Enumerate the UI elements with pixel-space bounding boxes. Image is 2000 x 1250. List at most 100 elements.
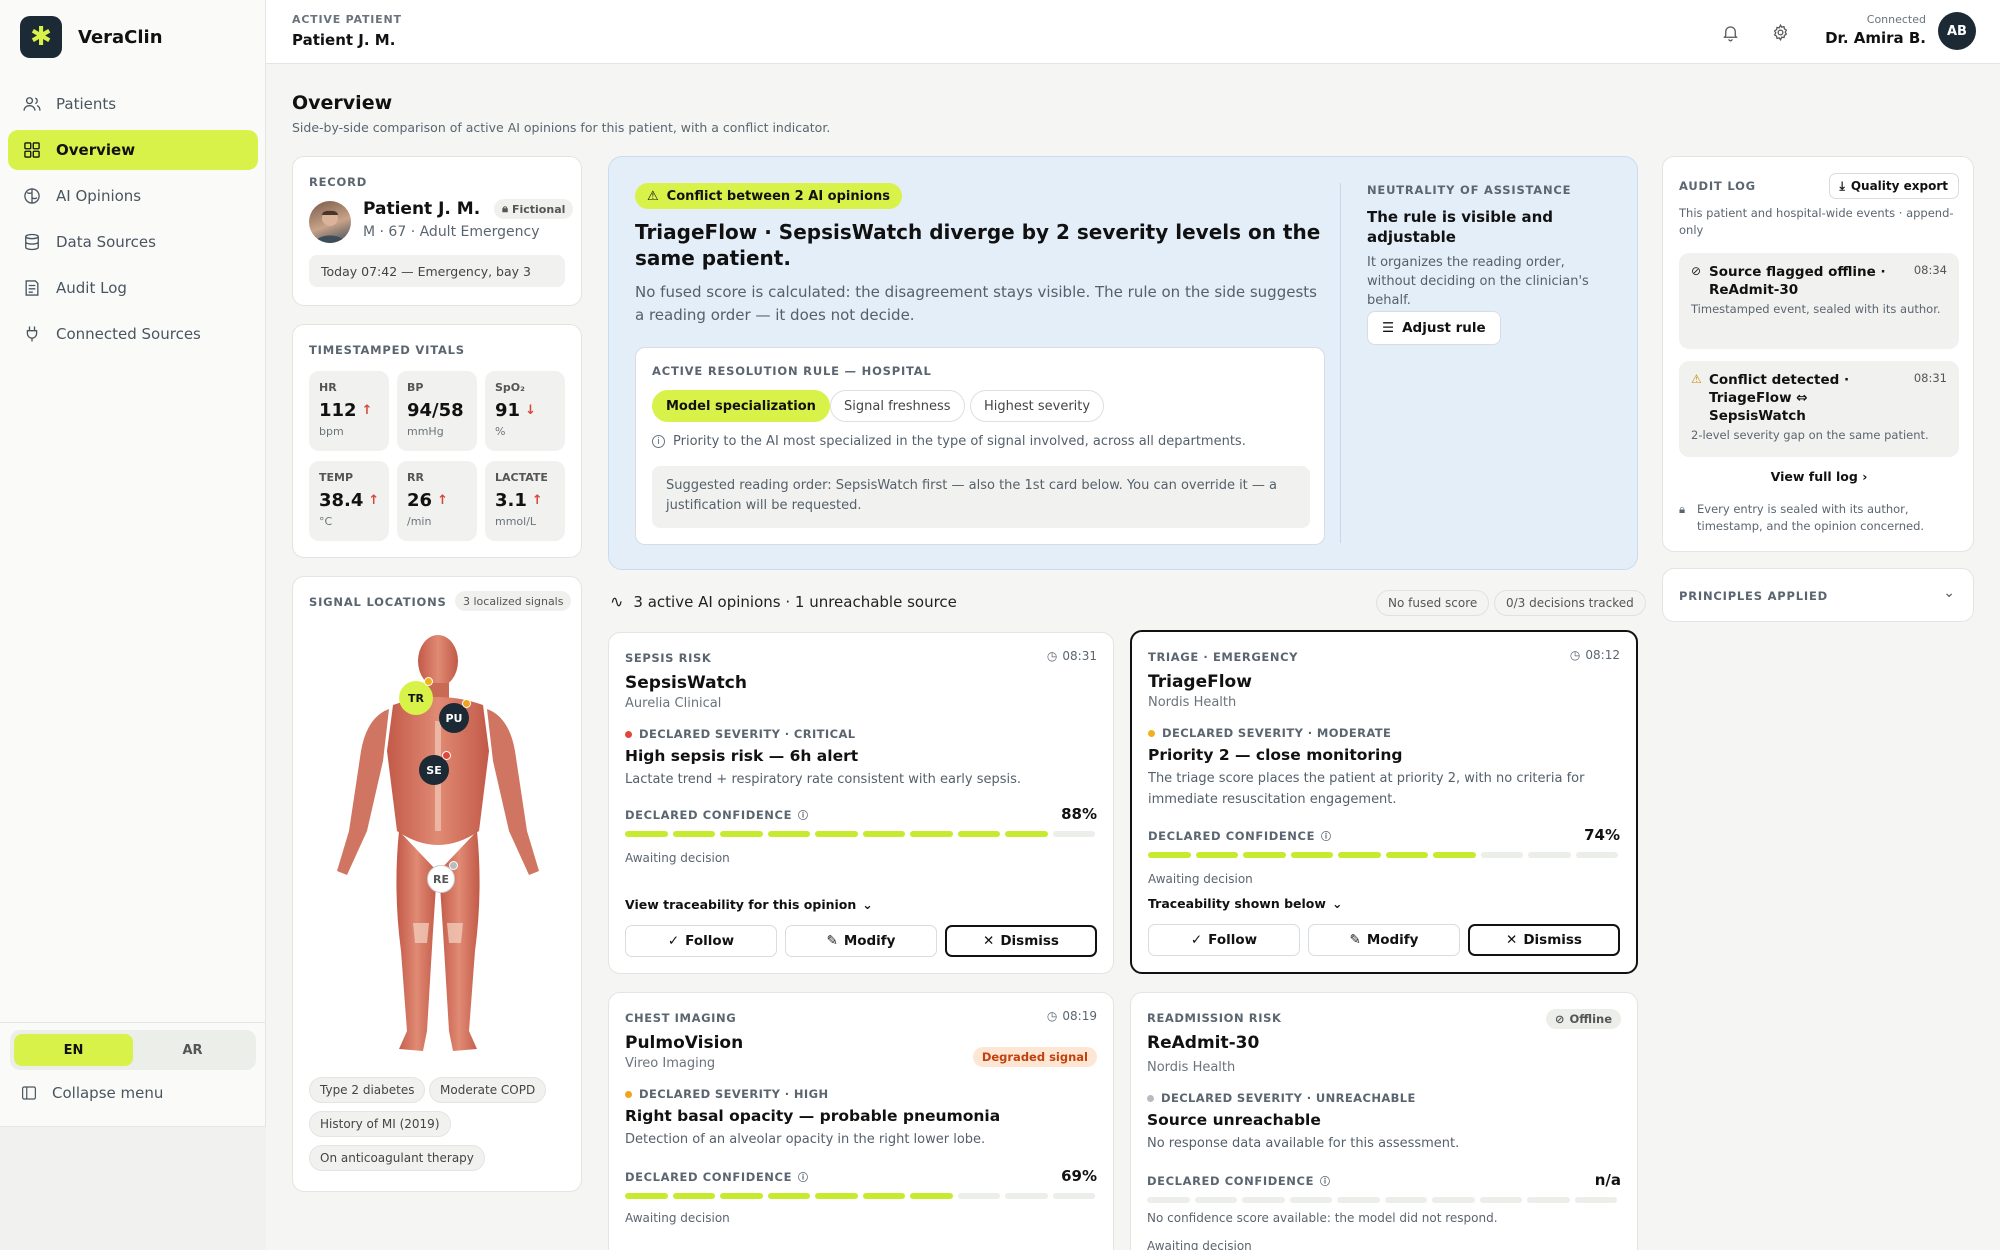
follow-button[interactable]: ✓ Follow bbox=[625, 925, 777, 957]
sidebar-divider bbox=[0, 1022, 266, 1023]
confidence-segment bbox=[1243, 852, 1286, 858]
dismiss-button[interactable]: ✕ Dismiss bbox=[945, 925, 1097, 957]
severity-dot bbox=[625, 730, 632, 738]
severity-dot bbox=[442, 751, 451, 760]
confidence-label: DECLARED CONFIDENCE ⓘ bbox=[625, 1169, 809, 1185]
offline-icon: ⊘ bbox=[1691, 264, 1702, 278]
anatomy-figure bbox=[337, 635, 539, 1051]
no-fused-score-tag: No fused score bbox=[1376, 590, 1490, 616]
sidebar-item-audit-log[interactable]: Audit Log bbox=[8, 268, 258, 308]
signals-count-badge: 3 localized signals bbox=[455, 591, 572, 611]
info-icon: ⓘ bbox=[798, 1173, 809, 1184]
rule-option-specialization[interactable]: Model specialization bbox=[652, 390, 830, 422]
info-icon: ⓘ bbox=[1320, 1177, 1331, 1188]
vital-hr[interactable]: HR 112 ↑ bpm bbox=[309, 371, 389, 451]
confidence-segment bbox=[1290, 852, 1333, 858]
sidebar: ✱ VeraClin Patients Overview AI Opinions… bbox=[0, 0, 266, 1250]
opinion-caption: CHEST IMAGING bbox=[625, 1011, 737, 1025]
opinion-vendor: Nordis Health bbox=[1148, 695, 1237, 710]
brand[interactable]: ✱ VeraClin bbox=[20, 16, 163, 58]
rule-option-severity[interactable]: Highest severity bbox=[970, 390, 1105, 422]
confidence-bar bbox=[625, 1193, 1095, 1199]
vital-spo2[interactable]: SpO₂ 91 ↓ % bbox=[485, 371, 565, 451]
sidebar-item-connected-sources[interactable]: Connected Sources bbox=[8, 314, 258, 354]
vital-bp[interactable]: BP 94/58 mmHg bbox=[397, 371, 477, 451]
sidebar-item-patients[interactable]: Patients bbox=[8, 84, 258, 124]
sidebar-item-ai-opinions[interactable]: AI Opinions bbox=[8, 176, 258, 216]
active-patient-name[interactable]: Patient J. M. bbox=[292, 31, 395, 49]
settings-button[interactable] bbox=[1766, 18, 1794, 46]
vital-unit: mmHg bbox=[407, 425, 444, 438]
confidence-segment bbox=[957, 1193, 1000, 1199]
collapse-menu-button[interactable]: Collapse menu bbox=[20, 1084, 163, 1102]
notifications-button[interactable] bbox=[1716, 18, 1744, 46]
lang-ar-button[interactable]: AR bbox=[133, 1034, 252, 1066]
audit-caption: AUDIT LOG bbox=[1679, 179, 1756, 193]
pulse-icon: ∿ bbox=[610, 592, 624, 611]
severity-dot bbox=[1147, 1094, 1154, 1102]
confidence-label: DECLARED CONFIDENCE ⓘ bbox=[1148, 828, 1332, 844]
avatar[interactable]: AB bbox=[1938, 12, 1976, 50]
vital-temp[interactable]: TEMP 38.4 ↑ °C bbox=[309, 461, 389, 541]
traceability-toggle[interactable]: View traceability for this opinion ⌄ bbox=[625, 897, 873, 912]
user-info[interactable]: Connected Dr. Amira B. bbox=[1825, 13, 1926, 47]
decisions-tracked-tag: 0/3 decisions tracked bbox=[1494, 590, 1646, 616]
adjust-rule-button[interactable]: ☰ Adjust rule bbox=[1367, 311, 1501, 345]
opinion-timestamp: ◷ 08:19 bbox=[1047, 1009, 1097, 1023]
sidebar-item-label: AI Opinions bbox=[56, 187, 142, 205]
modify-button[interactable]: ✎ Modify bbox=[785, 925, 937, 957]
neutrality-description: It organizes the reading order, without … bbox=[1367, 255, 1589, 308]
audit-event[interactable]: ⊘ Source flagged offline · ReAdmit-30 08… bbox=[1679, 253, 1959, 349]
event-time: 08:34 bbox=[1913, 263, 1947, 277]
dismiss-label: Dismiss bbox=[1000, 933, 1059, 949]
condition-chip: On anticoagulant therapy bbox=[309, 1145, 485, 1171]
vital-lactate[interactable]: LACTATE 3.1 ↑ mmol/L bbox=[485, 461, 565, 541]
brand-logo-icon: ✱ bbox=[20, 16, 62, 58]
opinion-time: 08:12 bbox=[1585, 648, 1620, 662]
modify-button[interactable]: ✎ Modify bbox=[1308, 924, 1460, 956]
severity-dot bbox=[449, 861, 458, 870]
audit-log-card: AUDIT LOG ⤓ Quality export This patient a… bbox=[1662, 156, 1974, 552]
audit-footnote: 🔒︎ Every entry is sealed with its author… bbox=[1679, 501, 1963, 535]
confidence-segment bbox=[1479, 1197, 1522, 1203]
event-description: Timestamped event, sealed with its autho… bbox=[1691, 302, 1941, 316]
confidence-value: 74% bbox=[1584, 826, 1620, 844]
opinion-card-sepsiswatch[interactable]: SEPSIS RISK ◷ 08:31 SepsisWatch Aurelia C… bbox=[608, 632, 1114, 974]
severity-label: DECLARED SEVERITY · UNREACHABLE bbox=[1161, 1091, 1416, 1105]
follow-label: Follow bbox=[685, 933, 735, 949]
dismiss-button[interactable]: ✕ Dismiss bbox=[1468, 924, 1620, 956]
audit-subtitle: This patient and hospital-wide events · … bbox=[1679, 206, 1954, 237]
follow-button[interactable]: ✓ Follow bbox=[1148, 924, 1300, 956]
traceability-toggle[interactable]: Traceability shown below ⌄ bbox=[1148, 896, 1342, 911]
opinion-card-pulmovision[interactable]: CHEST IMAGING ◷ 08:19 PulmoVision Vireo I… bbox=[608, 992, 1114, 1250]
opinion-card-triageflow[interactable]: TRIAGE · EMERGENCY ◷ 08:12 TriageFlow Nor… bbox=[1130, 630, 1638, 974]
sidebar-item-data-sources[interactable]: Data Sources bbox=[8, 222, 258, 262]
neutrality-title: The rule is visible and adjustable bbox=[1367, 208, 1554, 246]
opinion-model-name: SepsisWatch bbox=[625, 673, 747, 693]
vital-rr[interactable]: RR 26 ↑ /min bbox=[397, 461, 477, 541]
info-icon: ⓘ bbox=[798, 811, 809, 822]
decision-status: Awaiting decision bbox=[625, 1211, 730, 1225]
confidence-segment bbox=[1242, 1197, 1285, 1203]
quality-export-button[interactable]: ⤓ Quality export bbox=[1828, 173, 1959, 199]
opinion-time: 08:31 bbox=[1062, 649, 1097, 663]
panel-divider bbox=[1340, 183, 1341, 543]
opinion-card-readmit30[interactable]: READMISSION RISK ⊘ Offline ReAdmit-30 Nor… bbox=[1130, 992, 1638, 1250]
opinions-summary-text: 3 active AI opinions · 1 unreachable sou… bbox=[633, 592, 957, 611]
confidence-value: 88% bbox=[1061, 805, 1097, 823]
lang-en-button[interactable]: EN bbox=[14, 1034, 133, 1066]
audit-event[interactable]: ⚠ Conflict detected · TriageFlow ⇔ Sepsi… bbox=[1679, 361, 1959, 457]
page-title: Overview bbox=[292, 92, 393, 114]
principles-accordion[interactable]: PRINCIPLES APPLIED ⌄ bbox=[1662, 568, 1974, 622]
sidebar-item-overview[interactable]: Overview bbox=[8, 130, 258, 170]
condition-chip: History of MI (2019) bbox=[309, 1111, 451, 1137]
rule-option-freshness[interactable]: Signal freshness bbox=[830, 390, 965, 422]
vital-unit: °C bbox=[319, 515, 333, 528]
view-full-log-link[interactable]: View full log › bbox=[1663, 469, 1975, 484]
sidebar-item-label: Data Sources bbox=[56, 233, 156, 251]
signal-pin-triage[interactable]: TR bbox=[399, 681, 433, 715]
record-caption: RECORD bbox=[309, 175, 368, 189]
severity-dot bbox=[1148, 729, 1155, 737]
confidence-segment bbox=[1385, 852, 1428, 858]
vital-unit: bpm bbox=[319, 425, 344, 438]
